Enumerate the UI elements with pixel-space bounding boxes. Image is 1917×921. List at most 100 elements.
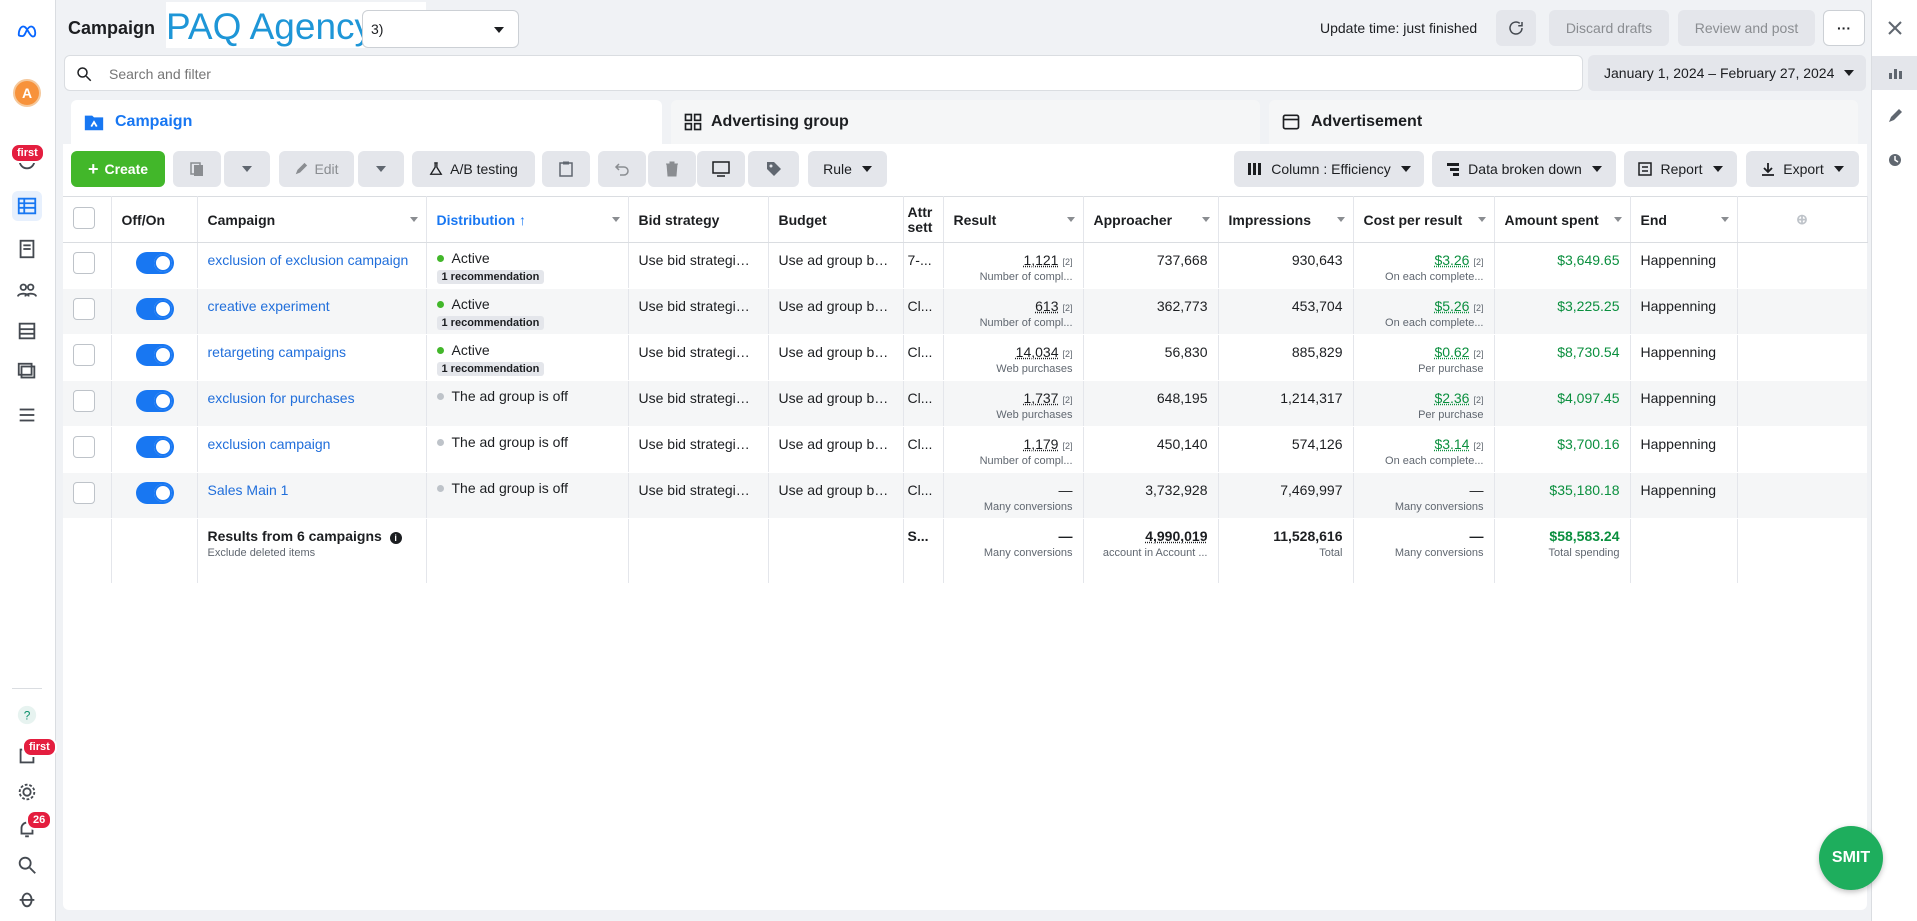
ab-testing-button[interactable]: A/B testing <box>412 151 535 187</box>
menu-icon[interactable] <box>12 400 42 430</box>
result-value[interactable]: 1,737 <box>1023 390 1058 406</box>
report-button[interactable]: Report <box>1624 151 1737 187</box>
refresh-button[interactable] <box>1496 10 1536 46</box>
history-clock-icon[interactable] <box>1882 147 1908 173</box>
review-and-post-button[interactable]: Review and post <box>1678 10 1815 46</box>
edit-pencil-icon[interactable] <box>1882 103 1908 129</box>
header-impressions[interactable]: Impressions <box>1218 196 1354 243</box>
info-icon[interactable]: i <box>389 532 402 544</box>
campaigns-table-icon[interactable] <box>12 191 42 221</box>
campaign-toggle[interactable] <box>135 252 174 274</box>
clipboard-button[interactable] <box>542 151 590 187</box>
header-cost-per-result[interactable]: Cost per result <box>1353 196 1495 243</box>
table-row[interactable]: exclusion of exclusion campaign Active 1 … <box>63 242 1867 289</box>
pages-icon[interactable] <box>12 234 42 264</box>
cpr-value[interactable]: $3.26 <box>1434 252 1469 268</box>
header-amount-spent[interactable]: Amount spent <box>1494 196 1631 243</box>
data-breakdown-button[interactable]: Data broken down <box>1432 151 1616 187</box>
tab-advertising-group[interactable]: Advertising group <box>671 100 1260 144</box>
result-value[interactable]: 613 <box>1035 298 1058 314</box>
recommendation-badge[interactable]: 1 recommendation <box>436 362 545 376</box>
row-checkbox[interactable] <box>73 344 95 366</box>
preview-button[interactable] <box>697 151 745 187</box>
settings-gear-icon[interactable] <box>12 777 42 807</box>
table-row[interactable]: exclusion campaign The ad group is off U… <box>63 426 1867 473</box>
campaign-toggle[interactable] <box>135 482 174 504</box>
undo-button[interactable] <box>598 151 646 187</box>
campaign-name-link[interactable]: Sales Main 1 <box>208 482 289 498</box>
row-checkbox[interactable] <box>73 298 95 320</box>
campaign-toggle[interactable] <box>135 436 174 458</box>
search-icon[interactable] <box>12 850 42 880</box>
result-value[interactable]: 1,179 <box>1023 436 1058 452</box>
edit-dropdown-button[interactable] <box>358 151 404 187</box>
table-row[interactable]: creative experiment Active 1 recommendati… <box>63 288 1867 335</box>
cpr-value[interactable]: $0.62 <box>1434 344 1469 360</box>
row-checkbox[interactable] <box>73 252 95 274</box>
create-button[interactable]: + Create <box>71 151 165 187</box>
search-input[interactable] <box>109 63 1559 85</box>
more-options-button[interactable]: ··· <box>1823 10 1865 46</box>
add-column-cell[interactable]: ⊕ <box>1737 196 1868 243</box>
search-filter-bar[interactable] <box>64 55 1583 91</box>
tag-button[interactable] <box>748 151 799 187</box>
table-row[interactable]: exclusion for purchases The ad group is … <box>63 380 1867 427</box>
cpr-value[interactable]: $5.26 <box>1434 298 1469 314</box>
campaign-toggle[interactable] <box>135 298 174 320</box>
campaign-name-link[interactable]: exclusion campaign <box>208 436 331 452</box>
duplicate-dropdown-button[interactable] <box>224 151 270 187</box>
duplicate-button[interactable] <box>173 151 221 187</box>
campaign-toggle[interactable] <box>135 390 174 412</box>
campaign-name-link[interactable]: exclusion of exclusion campaign <box>208 252 409 268</box>
campaign-name-link[interactable]: creative experiment <box>208 298 330 314</box>
close-icon[interactable] <box>1882 15 1908 41</box>
export-button[interactable]: Export <box>1746 151 1859 187</box>
campaign-name-link[interactable]: exclusion for purchases <box>208 390 355 406</box>
row-checkbox[interactable] <box>73 390 95 412</box>
header-attribution[interactable]: Attr sett <box>903 196 944 243</box>
cpr-value[interactable]: — <box>1470 482 1484 498</box>
bell-icon[interactable]: 26 <box>12 810 53 844</box>
smit-chat-button[interactable]: SMIT <box>1819 826 1883 890</box>
delete-button[interactable] <box>648 151 696 187</box>
cpr-value[interactable]: $3.14 <box>1434 436 1469 452</box>
header-end[interactable]: End <box>1630 196 1738 243</box>
tab-advertisement[interactable]: Advertisement <box>1269 100 1858 144</box>
billing-icon[interactable]: first <box>12 737 57 771</box>
header-off-on[interactable]: Off/On <box>111 196 198 243</box>
campaign-toggle[interactable] <box>135 344 174 366</box>
notifications-ads-icon[interactable]: first <box>10 143 45 176</box>
result-value[interactable]: — <box>1059 482 1073 498</box>
recommendation-badge[interactable]: 1 recommendation <box>436 270 545 284</box>
bug-report-icon[interactable] <box>12 884 42 914</box>
table-row[interactable]: retargeting campaigns Active 1 recommenda… <box>63 334 1867 381</box>
cpr-value[interactable]: $2.36 <box>1434 390 1469 406</box>
account-selector[interactable]: 3) <box>362 10 519 48</box>
row-checkbox[interactable] <box>73 436 95 458</box>
header-distribution[interactable]: Distribution ↑ <box>426 196 629 243</box>
media-library-icon[interactable] <box>12 357 42 387</box>
tab-campaign[interactable]: Campaign <box>71 100 662 144</box>
select-all-checkbox[interactable] <box>73 207 95 229</box>
header-approacher[interactable]: Approacher <box>1083 196 1219 243</box>
rule-button[interactable]: Rule <box>808 151 887 187</box>
columns-efficiency-button[interactable]: Column : Efficiency <box>1234 151 1424 187</box>
header-campaign[interactable]: Campaign <box>197 196 427 243</box>
account-avatar[interactable]: A <box>12 78 42 108</box>
discard-drafts-button[interactable]: Discard drafts <box>1549 10 1669 46</box>
date-range-picker[interactable]: January 1, 2024 – February 27, 2024 <box>1588 55 1866 91</box>
table-row[interactable]: Sales Main 1 The ad group is off Use bid… <box>63 472 1867 519</box>
audiences-icon[interactable] <box>12 275 42 305</box>
recommendation-badge[interactable]: 1 recommendation <box>436 316 545 330</box>
header-bid-strategy[interactable]: Bid strategy <box>628 196 769 243</box>
result-value[interactable]: 14,034 <box>1016 344 1059 360</box>
catalog-icon[interactable] <box>12 316 42 346</box>
result-value[interactable]: 1,121 <box>1023 252 1058 268</box>
edit-button[interactable]: Edit <box>279 151 354 187</box>
header-budget[interactable]: Budget <box>768 196 904 243</box>
meta-logo-icon[interactable] <box>12 17 42 47</box>
help-icon[interactable]: ? <box>12 700 42 730</box>
row-checkbox[interactable] <box>73 482 95 504</box>
header-result[interactable]: Result <box>943 196 1084 243</box>
campaign-name-link[interactable]: retargeting campaigns <box>208 344 347 360</box>
